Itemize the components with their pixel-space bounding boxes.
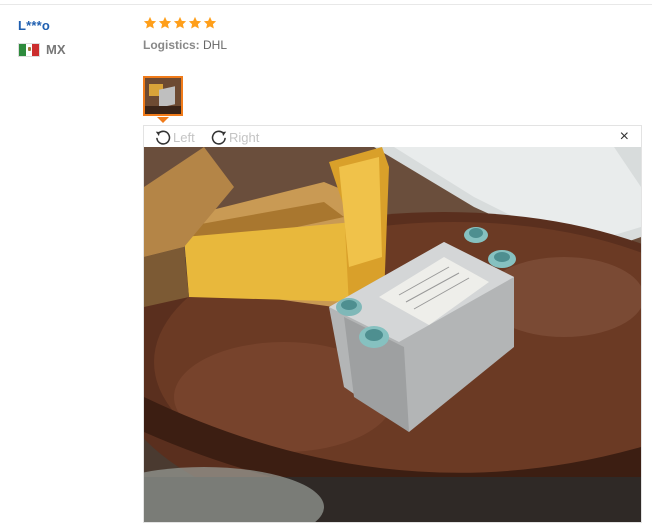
star-icon: [143, 16, 157, 29]
rotate-left-label: Left: [173, 129, 195, 145]
image-viewer: Left Right ×: [143, 125, 642, 523]
logistics-info: Logistics: DHL: [143, 38, 643, 52]
star-icon: [158, 16, 172, 29]
star-icon: [173, 16, 187, 29]
reviewer-country: MX: [18, 42, 66, 57]
rotate-left-button[interactable]: Left: [154, 128, 195, 146]
top-divider: [0, 4, 652, 5]
review-content: Logistics: DHL: [143, 16, 643, 52]
logistics-value: DHL: [203, 38, 228, 52]
close-icon[interactable]: ×: [620, 128, 629, 146]
reviewer-info: L***o MX: [18, 18, 66, 57]
country-code: MX: [46, 42, 66, 57]
rotate-left-icon: [155, 130, 171, 145]
viewer-toolbar: Left Right ×: [144, 126, 641, 147]
rotate-right-button[interactable]: Right: [210, 128, 259, 146]
star-icon: [188, 16, 202, 29]
review-photo: [144, 147, 641, 522]
rotate-right-icon: [211, 130, 227, 145]
star-icon: [203, 16, 217, 29]
star-rating: [143, 16, 643, 30]
reviewer-name: L***o: [18, 18, 51, 33]
thumbnail-pointer: [157, 117, 169, 123]
logistics-label: Logistics:: [143, 38, 200, 52]
rotate-right-label: Right: [229, 129, 260, 145]
mexico-flag-icon: [18, 42, 40, 57]
review-photo-thumbnail[interactable]: [143, 76, 183, 116]
